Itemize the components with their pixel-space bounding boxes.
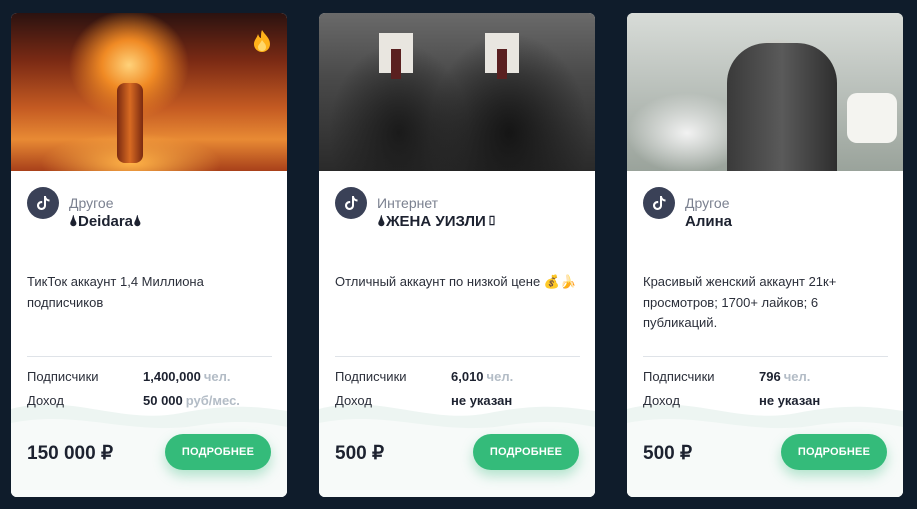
listing-category: Другое — [69, 195, 114, 211]
tie — [391, 49, 401, 79]
listing-description: ТикТок аккаунт 1,4 Миллиона подписчиков — [27, 274, 204, 310]
income-label: Доход — [643, 393, 680, 408]
tie — [497, 49, 507, 79]
listing-image[interactable] — [11, 13, 287, 171]
income-value: 50 000 руб/мес. — [143, 393, 240, 408]
listing-title[interactable]: Алина — [685, 213, 732, 230]
listing-price: 500 ₽ — [335, 443, 385, 464]
listing-image[interactable] — [627, 13, 903, 171]
robe — [727, 43, 837, 171]
divider — [335, 356, 580, 357]
listing-category: Другое — [685, 195, 730, 211]
listing-card[interactable]: Другое Алина Красивый женский аккаунт 21… — [627, 13, 903, 497]
divider — [643, 356, 888, 357]
income-value: не указан — [759, 393, 821, 408]
details-button[interactable]: ПОДРОБНЕЕ — [781, 434, 887, 470]
details-button[interactable]: ПОДРОБНЕЕ — [473, 434, 579, 470]
explosion-stem — [117, 83, 143, 163]
subscribers-value: 1,400,000 чел. — [143, 369, 231, 384]
listing-card[interactable]: Интернет 🌢ЖЕНА УИЗЛИ▯ Отличный аккаунт п… — [319, 13, 595, 497]
listing-title[interactable]: 🌢ЖЕНА УИЗЛИ▯ — [377, 213, 498, 230]
income-label: Доход — [27, 393, 64, 408]
divider — [27, 356, 272, 357]
pillow — [847, 93, 897, 143]
subscribers-label: Подписчики — [643, 369, 715, 384]
subscribers-value: 796 чел. — [759, 369, 811, 384]
listing-title[interactable]: 🌢Deidara🌢 — [69, 213, 142, 230]
listing-description: Красивый женский аккаунт 21к+ просмотров… — [643, 274, 837, 330]
listing-card[interactable]: Другое 🌢Deidara🌢 ТикТок аккаунт 1,4 Милл… — [11, 13, 287, 497]
tiktok-icon — [643, 187, 675, 219]
tiktok-icon — [27, 187, 59, 219]
fire-icon — [254, 30, 270, 52]
income-label: Доход — [335, 393, 372, 408]
listing-price: 500 ₽ — [643, 443, 693, 464]
subscribers-value: 6,010 чел. — [451, 369, 514, 384]
subscribers-label: Подписчики — [335, 369, 407, 384]
subscribers-label: Подписчики — [27, 369, 99, 384]
tiktok-icon — [335, 187, 367, 219]
listing-price: 150 000 ₽ — [27, 443, 114, 464]
listing-description: Отличный аккаунт по низкой цене 💰🍌 — [335, 274, 577, 289]
listing-image[interactable] — [319, 13, 595, 171]
listing-category: Интернет — [377, 195, 439, 211]
income-value: не указан — [451, 393, 513, 408]
details-button[interactable]: ПОДРОБНЕЕ — [165, 434, 271, 470]
